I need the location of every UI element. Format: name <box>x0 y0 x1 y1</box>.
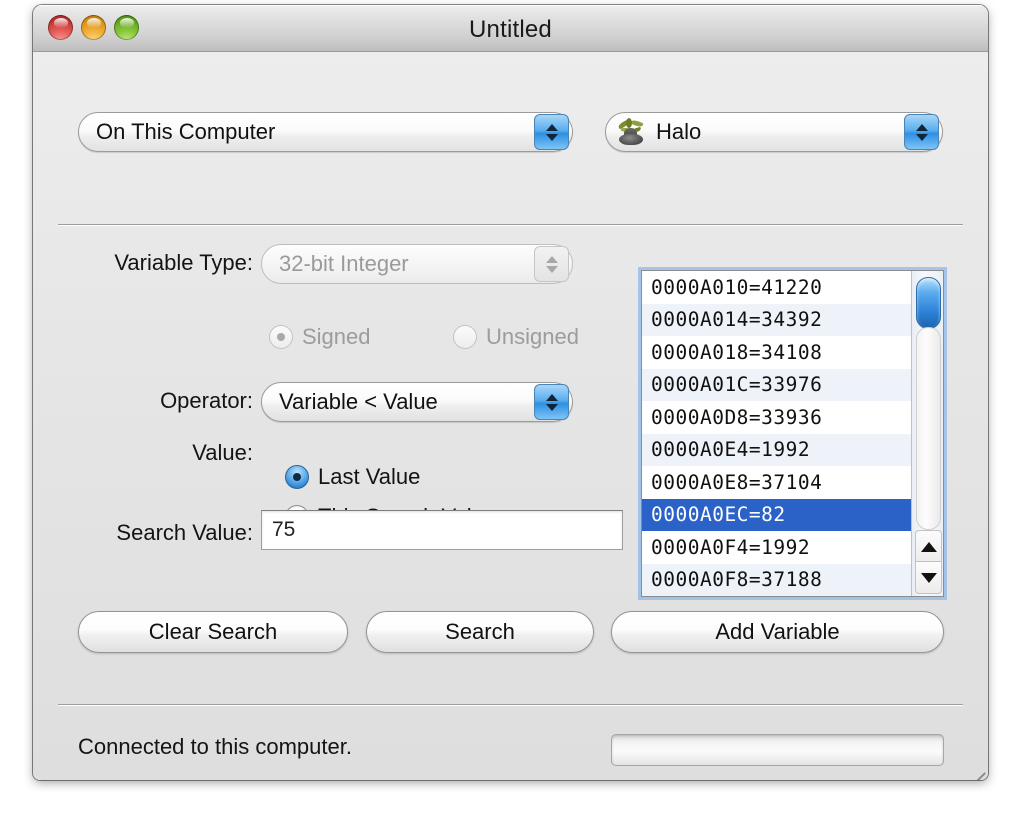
results-row-separator: = <box>748 438 762 462</box>
progress-bar <box>611 734 944 766</box>
results-row-address: 0000A0F4 <box>651 535 749 559</box>
results-row[interactable]: 0000A018 = 34108 <box>642 336 911 369</box>
results-row-value: 1992 <box>761 438 811 462</box>
results-row-value: 37104 <box>761 470 823 494</box>
radio-last-value-indicator <box>285 465 309 489</box>
radio-unsigned[interactable]: Unsigned <box>453 324 579 350</box>
scroll-up-button[interactable] <box>915 530 942 563</box>
radio-signed-label: Signed <box>302 324 371 349</box>
status-message: Connected to this computer. <box>78 734 352 759</box>
search-button[interactable]: Search <box>366 611 594 653</box>
results-row-value: 82 <box>761 503 786 527</box>
scrollbar-track[interactable] <box>916 327 941 530</box>
results-row-address: 0000A018 <box>651 340 749 364</box>
scroll-down-button[interactable] <box>915 561 942 594</box>
variable-type-arrows-icon <box>534 246 569 282</box>
results-row[interactable]: 0000A0E4 = 1992 <box>642 433 911 466</box>
results-row-value: 1992 <box>761 535 811 559</box>
radio-last-value[interactable]: Last Value <box>285 464 420 490</box>
results-row-address: 0000A014 <box>651 308 749 332</box>
halo-app-icon <box>616 118 646 146</box>
source-popup-button[interactable]: On This Computer <box>78 112 573 152</box>
search-value-input[interactable]: 75 <box>261 510 623 550</box>
results-row-address: 0000A0E4 <box>651 438 749 462</box>
window-title: Untitled <box>469 16 552 43</box>
results-row-value: 33976 <box>761 373 823 397</box>
radio-unsigned-indicator <box>453 325 477 349</box>
target-popup-arrows-icon <box>904 114 939 150</box>
operator-value: Variable < Value <box>279 389 438 414</box>
results-row[interactable]: 0000A0F4 = 1992 <box>642 531 911 564</box>
results-row-value: 34392 <box>761 308 823 332</box>
results-row-address: 0000A01C <box>651 373 749 397</box>
results-row-separator: = <box>748 535 762 559</box>
results-row-separator: = <box>748 503 762 527</box>
results-row-separator: = <box>748 308 762 332</box>
results-row-value: 37188 <box>761 568 823 592</box>
radio-signed-indicator <box>269 325 293 349</box>
variable-type-value: 32-bit Integer <box>279 251 409 276</box>
radio-unsigned-label: Unsigned <box>486 324 579 349</box>
resize-grip[interactable] <box>963 755 988 780</box>
results-row-value: 41220 <box>761 275 823 299</box>
results-row-value: 33936 <box>761 405 823 429</box>
results-row-address: 0000A010 <box>651 275 749 299</box>
target-popup-value-wrap: Halo <box>606 118 904 146</box>
results-row-separator: = <box>748 405 762 429</box>
results-row-separator: = <box>748 340 762 364</box>
results-row-value: 34108 <box>761 340 823 364</box>
target-popup-button[interactable]: Halo <box>605 112 943 152</box>
results-row-separator: = <box>748 373 762 397</box>
add-variable-button[interactable]: Add Variable <box>611 611 944 653</box>
value-label: Value: <box>192 440 253 465</box>
results-scrollbar[interactable] <box>911 271 943 596</box>
results-row[interactable]: 0000A0D8 = 33936 <box>642 401 911 434</box>
source-popup-value: On This Computer <box>96 119 276 144</box>
operator-label: Operator: <box>160 388 253 413</box>
results-row-address: 0000A0D8 <box>651 405 749 429</box>
radio-last-value-label: Last Value <box>318 464 421 489</box>
results-row[interactable]: 0000A0E8 = 37104 <box>642 466 911 499</box>
operator-arrows-icon <box>534 384 569 420</box>
results-list[interactable]: 0000A010 = 41220 0000A014 = 34392 0000A018… <box>641 270 944 597</box>
clear-search-button[interactable]: Clear Search <box>78 611 348 653</box>
results-row-address: 0000A0EC <box>651 503 749 527</box>
separator-top <box>58 224 963 225</box>
window-body: On This Computer Halo Variable Type: 32-… <box>33 52 988 780</box>
results-row[interactable]: 0000A014 = 34392 <box>642 303 911 336</box>
search-value-label: Search Value: <box>116 520 253 545</box>
results-row[interactable]: 0000A01C = 33976 <box>642 368 911 401</box>
results-row-address: 0000A0F8 <box>651 568 749 592</box>
operator-popup-button[interactable]: Variable < Value <box>261 382 573 422</box>
results-row-separator: = <box>748 470 762 494</box>
source-popup-arrows-icon <box>534 114 569 150</box>
variable-type-label: Variable Type: <box>114 250 253 275</box>
screen: Untitled On This Computer Halo Variable … <box>0 0 1020 830</box>
scrollbar-thumb[interactable] <box>916 277 941 329</box>
title-bar[interactable]: Untitled <box>33 5 988 52</box>
results-row-separator: = <box>748 568 762 592</box>
separator-bottom <box>58 704 963 705</box>
results-row[interactable]: 0000A0F8 = 37188 <box>642 563 911 596</box>
target-popup-value: Halo <box>656 119 702 144</box>
results-row-separator: = <box>748 275 762 299</box>
results-row[interactable]: 0000A0EC = 82 <box>642 498 911 531</box>
variable-type-popup-button[interactable]: 32-bit Integer <box>261 244 573 284</box>
results-list-rows: 0000A010 = 41220 0000A014 = 34392 0000A018… <box>642 271 911 596</box>
radio-signed[interactable]: Signed <box>269 324 371 350</box>
application-window: Untitled On This Computer Halo Variable … <box>33 5 988 780</box>
results-row-address: 0000A0E8 <box>651 470 749 494</box>
results-row[interactable]: 0000A010 = 41220 <box>642 271 911 304</box>
